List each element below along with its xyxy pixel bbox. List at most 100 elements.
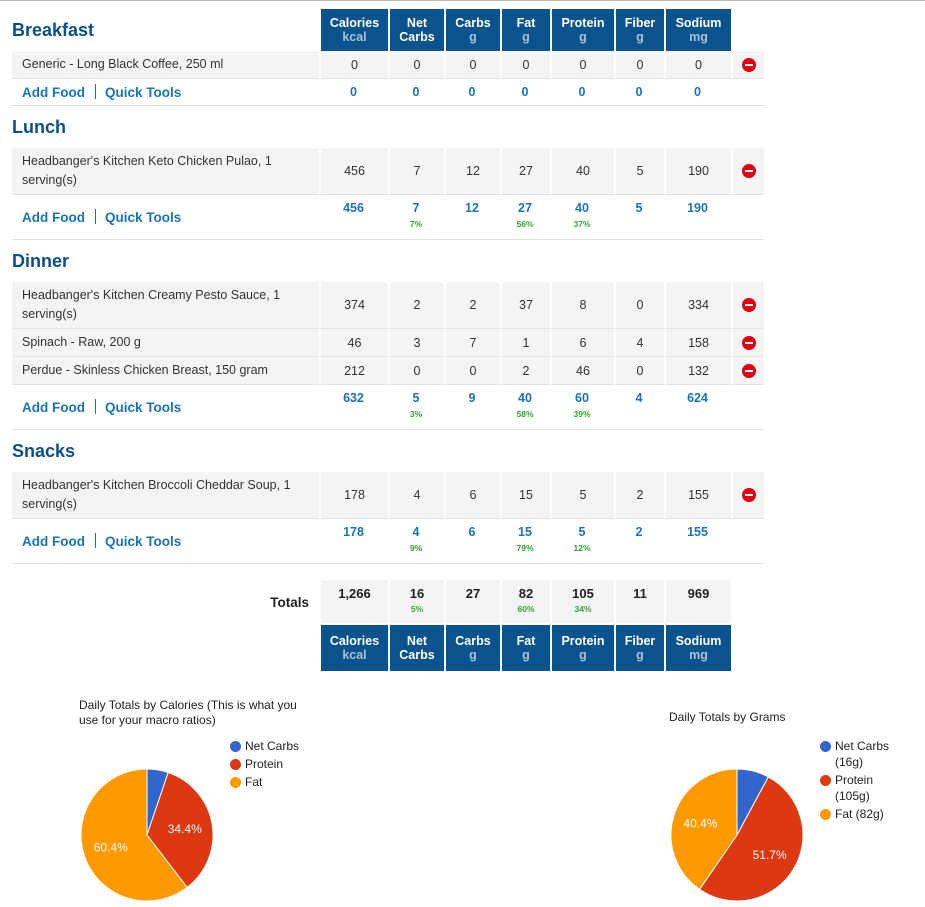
food-name[interactable]: Spinach - Raw, 200 g — [12, 329, 319, 357]
meal-total-value: 4 — [635, 391, 643, 405]
daily-fat-percent: 60% — [517, 604, 535, 614]
column-footer-protein: Protein g — [550, 625, 614, 671]
food-net-carbs-value: 4 — [388, 472, 444, 519]
legend-item[interactable]: Protein — [230, 756, 299, 772]
delete-food-icon[interactable] — [741, 164, 756, 179]
meal-header-row: Lunch — [12, 106, 764, 148]
top-divider — [0, 0, 925, 1]
food-fat-value: 1 — [500, 329, 550, 357]
daily-total-value: 105 — [572, 586, 594, 601]
quick-tools-link[interactable]: Quick Tools — [105, 534, 181, 549]
food-sodium-value: 158 — [664, 329, 731, 357]
daily-total-net-carbs: 16 5% — [388, 580, 444, 625]
delete-food-icon[interactable] — [741, 335, 756, 350]
pie-label: 51.7% — [753, 848, 787, 862]
food-row[interactable]: Headbanger's Kitchen Creamy Pesto Sauce,… — [12, 282, 764, 329]
meal-title: Lunch — [12, 116, 66, 137]
column-name: Fat — [516, 634, 536, 648]
meal-total-value: 155 — [687, 525, 708, 539]
meal-header-row: Dinner — [12, 240, 764, 282]
food-name[interactable]: Perdue - Skinless Chicken Breast, 150 gr… — [12, 357, 319, 385]
meal-total-sodium: 0 — [664, 79, 731, 106]
column-name: Fiber — [624, 634, 656, 648]
column-unit: g — [579, 30, 587, 44]
legend-item[interactable]: Net Carbs (16g) — [820, 738, 910, 770]
column-footer-net-carbs: Net Carbs — [388, 625, 444, 671]
meal-total-value: 9 — [468, 391, 476, 405]
meal-total-value: 60 — [575, 391, 589, 405]
grams-chart-title: Daily Totals by Grams — [669, 710, 786, 724]
add-food-link[interactable]: Add Food — [22, 534, 85, 549]
meal-total-value: 0 — [350, 85, 357, 99]
food-name[interactable]: Headbanger's Kitchen Keto Chicken Pulao,… — [12, 148, 319, 195]
meal-total-value: 0 — [694, 85, 701, 99]
legend-item[interactable]: Net Carbs — [230, 738, 299, 754]
daily-total-value: 1,266 — [338, 586, 371, 601]
food-fat-value: 27 — [500, 148, 550, 195]
column-name: Sodium — [675, 634, 722, 648]
quick-tools-link[interactable]: Quick Tools — [105, 85, 181, 100]
food-name[interactable]: Generic - Long Black Coffee, 250 ml — [12, 51, 319, 79]
daily-total-calories: 1,266 — [319, 580, 388, 625]
daily-total-carbs: 27 — [444, 580, 500, 625]
food-protein-value: 0 — [550, 51, 614, 79]
meal-protein-percent: 39% — [573, 409, 591, 419]
food-fat-value: 15 — [500, 472, 550, 519]
meal-total-value: 0 — [578, 85, 586, 99]
meal-fat-percent: 56% — [516, 219, 534, 229]
meal-net-percent: 7% — [409, 219, 423, 229]
food-net-carbs-value: 3 — [388, 329, 444, 357]
column-footer-sodium: Sodium mg — [664, 625, 731, 671]
legend-item[interactable]: Protein (105g) — [820, 772, 910, 804]
add-food-link[interactable]: Add Food — [22, 85, 85, 100]
food-sodium-value: 155 — [664, 472, 731, 519]
legend-item[interactable]: Fat (82g) — [820, 806, 910, 822]
meal-total-protein: 0 — [550, 79, 614, 106]
food-row[interactable]: Headbanger's Kitchen Keto Chicken Pulao,… — [12, 148, 764, 195]
delete-food-icon[interactable] — [741, 298, 756, 313]
meal-total-value: 2 — [635, 525, 643, 539]
delete-food-icon[interactable] — [741, 488, 756, 503]
meal-total-net-carbs: 7 7% — [388, 195, 444, 240]
food-row[interactable]: Spinach - Raw, 200 g 46 3 7 1 6 4 158 — [12, 329, 764, 357]
grams-pie-chart: 51.7% 40.4% — [670, 768, 804, 902]
food-protein-value: 6 — [550, 329, 614, 357]
food-net-carbs-value: 2 — [388, 282, 444, 329]
daily-net-percent: 5% — [410, 604, 424, 614]
link-separator — [94, 399, 96, 414]
totals-label: Totals — [270, 595, 309, 610]
calories-pie-chart: 34.4% 60.4% — [80, 768, 214, 902]
add-food-link[interactable]: Add Food — [22, 210, 85, 225]
column-unit: g — [579, 648, 587, 662]
food-row[interactable]: Headbanger's Kitchen Broccoli Cheddar So… — [12, 472, 764, 519]
food-fiber-value: 2 — [614, 472, 664, 519]
food-row[interactable]: Generic - Long Black Coffee, 250 ml 0 0 0 0 0… — [12, 51, 764, 79]
quick-tools-link[interactable]: Quick Tools — [105, 210, 181, 225]
food-protein-value: 40 — [550, 148, 614, 195]
meal-total-value: 6 — [468, 525, 476, 539]
meal-total-protein: 60 39% — [550, 385, 614, 430]
food-name[interactable]: Headbanger's Kitchen Broccoli Cheddar So… — [12, 472, 319, 519]
quick-tools-link[interactable]: Quick Tools — [105, 400, 181, 415]
delete-food-icon[interactable] — [741, 57, 756, 72]
column-name: Fat — [516, 16, 536, 30]
delete-food-icon[interactable] — [741, 363, 756, 378]
food-name[interactable]: Headbanger's Kitchen Creamy Pesto Sauce,… — [12, 282, 319, 329]
daily-total-fiber: 11 — [614, 580, 664, 625]
food-fiber-value: 4 — [614, 329, 664, 357]
meal-total-protein: 40 37% — [550, 195, 614, 240]
food-diary-table: Breakfast Calories kcal Net Carbs Carbs g Fat g P… — [12, 9, 764, 671]
column-header-carbs: Carbs g — [444, 9, 500, 51]
food-row[interactable]: Perdue - Skinless Chicken Breast, 150 gr… — [12, 357, 764, 385]
legend-label: Protein — [245, 757, 284, 771]
add-food-link[interactable]: Add Food — [22, 400, 85, 415]
column-name: Calories — [329, 634, 380, 648]
legend-item[interactable]: Fat — [230, 774, 299, 790]
food-fiber-value: 5 — [614, 148, 664, 195]
grams-chart-legend: Net Carbs (16g) Protein (105g) Fat (82g) — [820, 738, 910, 824]
meal-total-sodium: 624 — [664, 385, 731, 430]
meal-total-fiber: 4 — [614, 385, 664, 430]
food-fiber-value: 0 — [614, 357, 664, 385]
column-name: Sodium — [675, 16, 722, 30]
meal-total-value: 0 — [635, 85, 643, 99]
